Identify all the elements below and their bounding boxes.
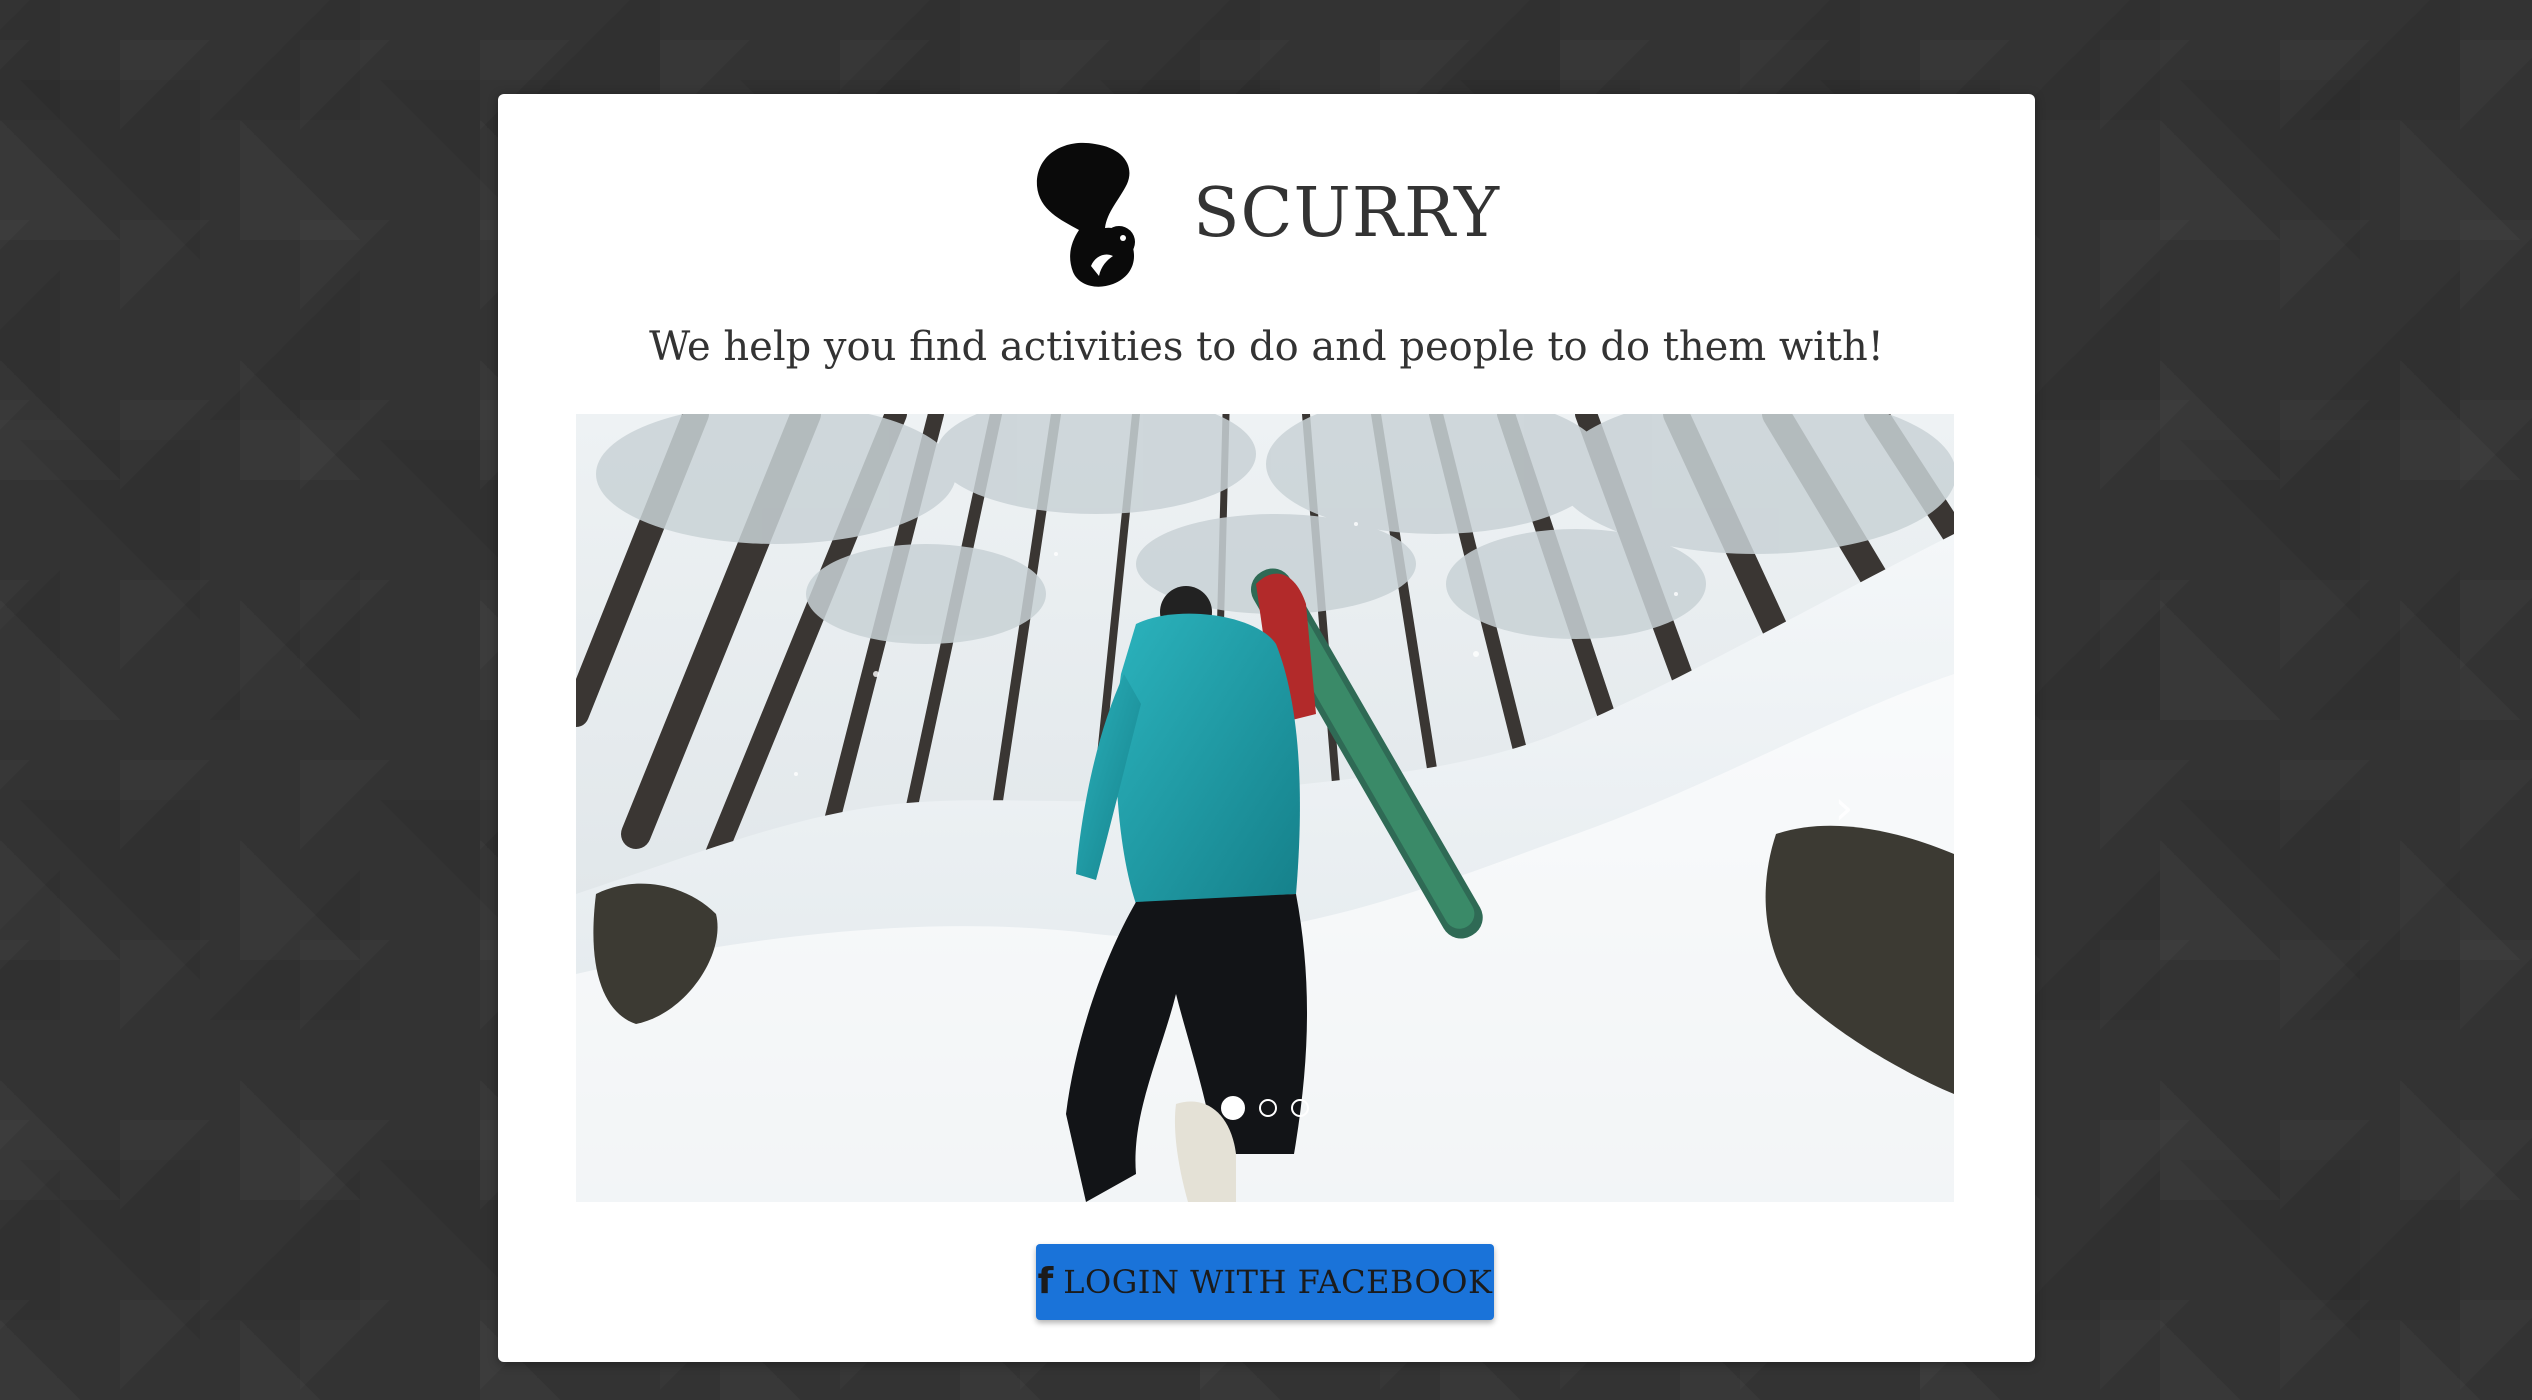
login-facebook-button[interactable]: f LOGIN WITH FACEBOOK <box>1036 1244 1494 1320</box>
carousel-indicators <box>576 1096 1954 1120</box>
carousel-indicator-1[interactable] <box>1221 1096 1245 1120</box>
app-title: SCURRY <box>1192 174 1501 253</box>
chevron-right-icon[interactable]: › <box>1824 778 1864 838</box>
carousel-indicator-3[interactable] <box>1291 1099 1309 1117</box>
carousel-indicator-2[interactable] <box>1259 1099 1277 1117</box>
image-carousel[interactable]: › <box>576 414 1954 1202</box>
login-card: SCURRY We help you find activities to do… <box>498 94 2035 1362</box>
carousel-slide-image <box>576 414 1954 1202</box>
squirrel-icon <box>1036 142 1135 287</box>
login-facebook-label: LOGIN WITH FACEBOOK <box>1063 1263 1493 1301</box>
tagline: We help you find activities to do and pe… <box>649 324 1884 370</box>
brand-header: SCURRY <box>498 134 2035 294</box>
facebook-icon: f <box>1037 1261 1054 1302</box>
